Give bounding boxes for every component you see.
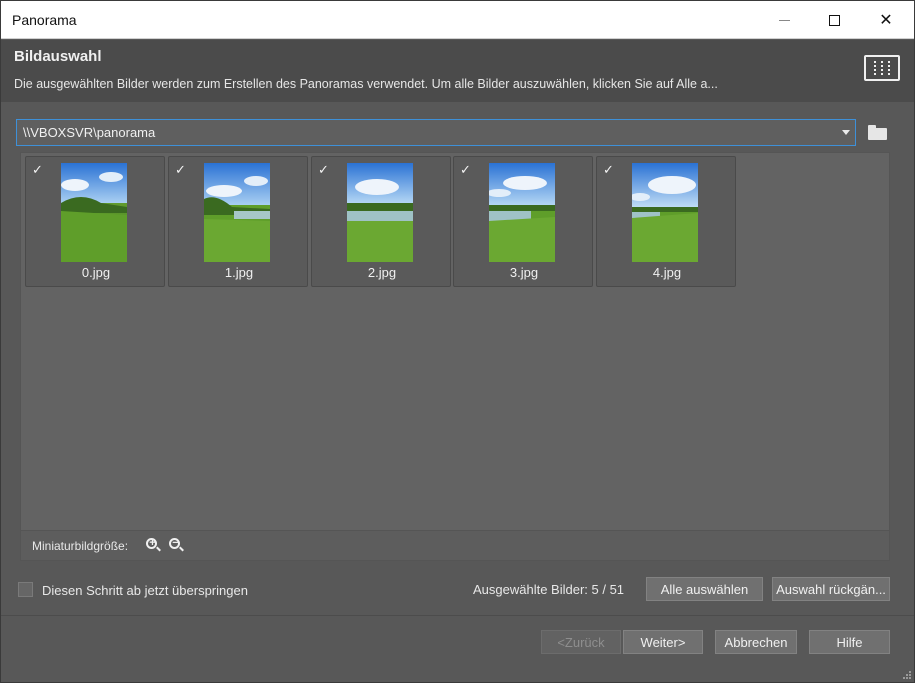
checkmark-icon[interactable]: ✓ [318, 163, 332, 177]
footer-divider [1, 615, 914, 616]
browse-folder-button[interactable] [867, 122, 889, 142]
folder-path-combobox[interactable]: \\VBOXSVR\panorama [16, 119, 856, 146]
window-title: Panorama [12, 12, 77, 28]
step-description: Die ausgewählten Bilder werden zum Erste… [14, 77, 718, 91]
image-gallery: ✓ 0.jpg ✓ 1.jpg ✓ 2.jpg ✓ 3.jpg ✓ 4.jpg [20, 152, 890, 531]
thumbnail-filename: 1.jpg [224, 265, 254, 280]
thumbnail-filename: 4.jpg [652, 265, 682, 280]
thumbnail-size-bar: Miniaturbildgröße: + − [20, 531, 890, 561]
thumbnail-item[interactable]: ✓ 0.jpg [25, 156, 165, 287]
thumbnail-item[interactable]: ✓ 2.jpg [311, 156, 451, 287]
next-button[interactable]: Weiter> [623, 630, 703, 654]
cancel-button[interactable]: Abbrechen [715, 630, 797, 654]
back-button[interactable]: <Zurück [541, 630, 621, 654]
thumbnail-filename: 0.jpg [81, 265, 111, 280]
maximize-button[interactable] [811, 1, 857, 39]
close-button[interactable]: ✕ [863, 1, 909, 39]
select-all-button[interactable]: Alle auswählen [646, 577, 763, 601]
thumbnail-image [347, 163, 413, 262]
thumbnail-image [204, 163, 270, 262]
thumbnail-item[interactable]: ✓ 3.jpg [453, 156, 593, 287]
title-bar: Panorama ✕ [1, 1, 914, 39]
maximize-icon [828, 14, 840, 26]
thumbnail-image [632, 163, 698, 262]
folder-path-value: \\VBOXSVR\panorama [23, 125, 156, 140]
thumbnail-item[interactable]: ✓ 1.jpg [168, 156, 308, 287]
zoom-out-icon[interactable]: − [168, 537, 185, 554]
thumbnail-image [61, 163, 127, 262]
thumbnail-filename: 3.jpg [509, 265, 539, 280]
panorama-icon [864, 55, 900, 81]
checkmark-icon[interactable]: ✓ [603, 163, 617, 177]
thumbnail-image [489, 163, 555, 262]
panorama-dialog: Panorama ✕ Bildauswahl Die ausgewählten … [0, 0, 915, 683]
thumbnail-item[interactable]: ✓ 4.jpg [596, 156, 736, 287]
checkmark-icon[interactable]: ✓ [175, 163, 189, 177]
close-icon: ✕ [879, 12, 893, 29]
resize-grip-icon[interactable] [902, 670, 912, 680]
dropdown-button[interactable] [837, 120, 855, 145]
help-button[interactable]: Hilfe [809, 630, 890, 654]
skip-step-checkbox[interactable] [18, 582, 33, 597]
skip-step-label: Diesen Schritt ab jetzt überspringen [42, 583, 248, 598]
checkmark-icon[interactable]: ✓ [32, 163, 46, 177]
chevron-down-icon [842, 130, 850, 135]
selected-count: Ausgewählte Bilder: 5 / 51 [473, 582, 625, 597]
zoom-in-icon[interactable]: + [145, 537, 162, 554]
minimize-button[interactable] [761, 1, 807, 39]
step-title: Bildauswahl [14, 48, 102, 65]
undo-selection-button[interactable]: Auswahl rückgän... [772, 577, 890, 601]
checkmark-icon[interactable]: ✓ [460, 163, 474, 177]
step-header: Bildauswahl Die ausgewählten Bilder werd… [1, 40, 914, 102]
thumbnail-size-label: Miniaturbildgröße: [32, 539, 129, 553]
minimize-icon [778, 19, 790, 21]
thumbnail-filename: 2.jpg [367, 265, 397, 280]
